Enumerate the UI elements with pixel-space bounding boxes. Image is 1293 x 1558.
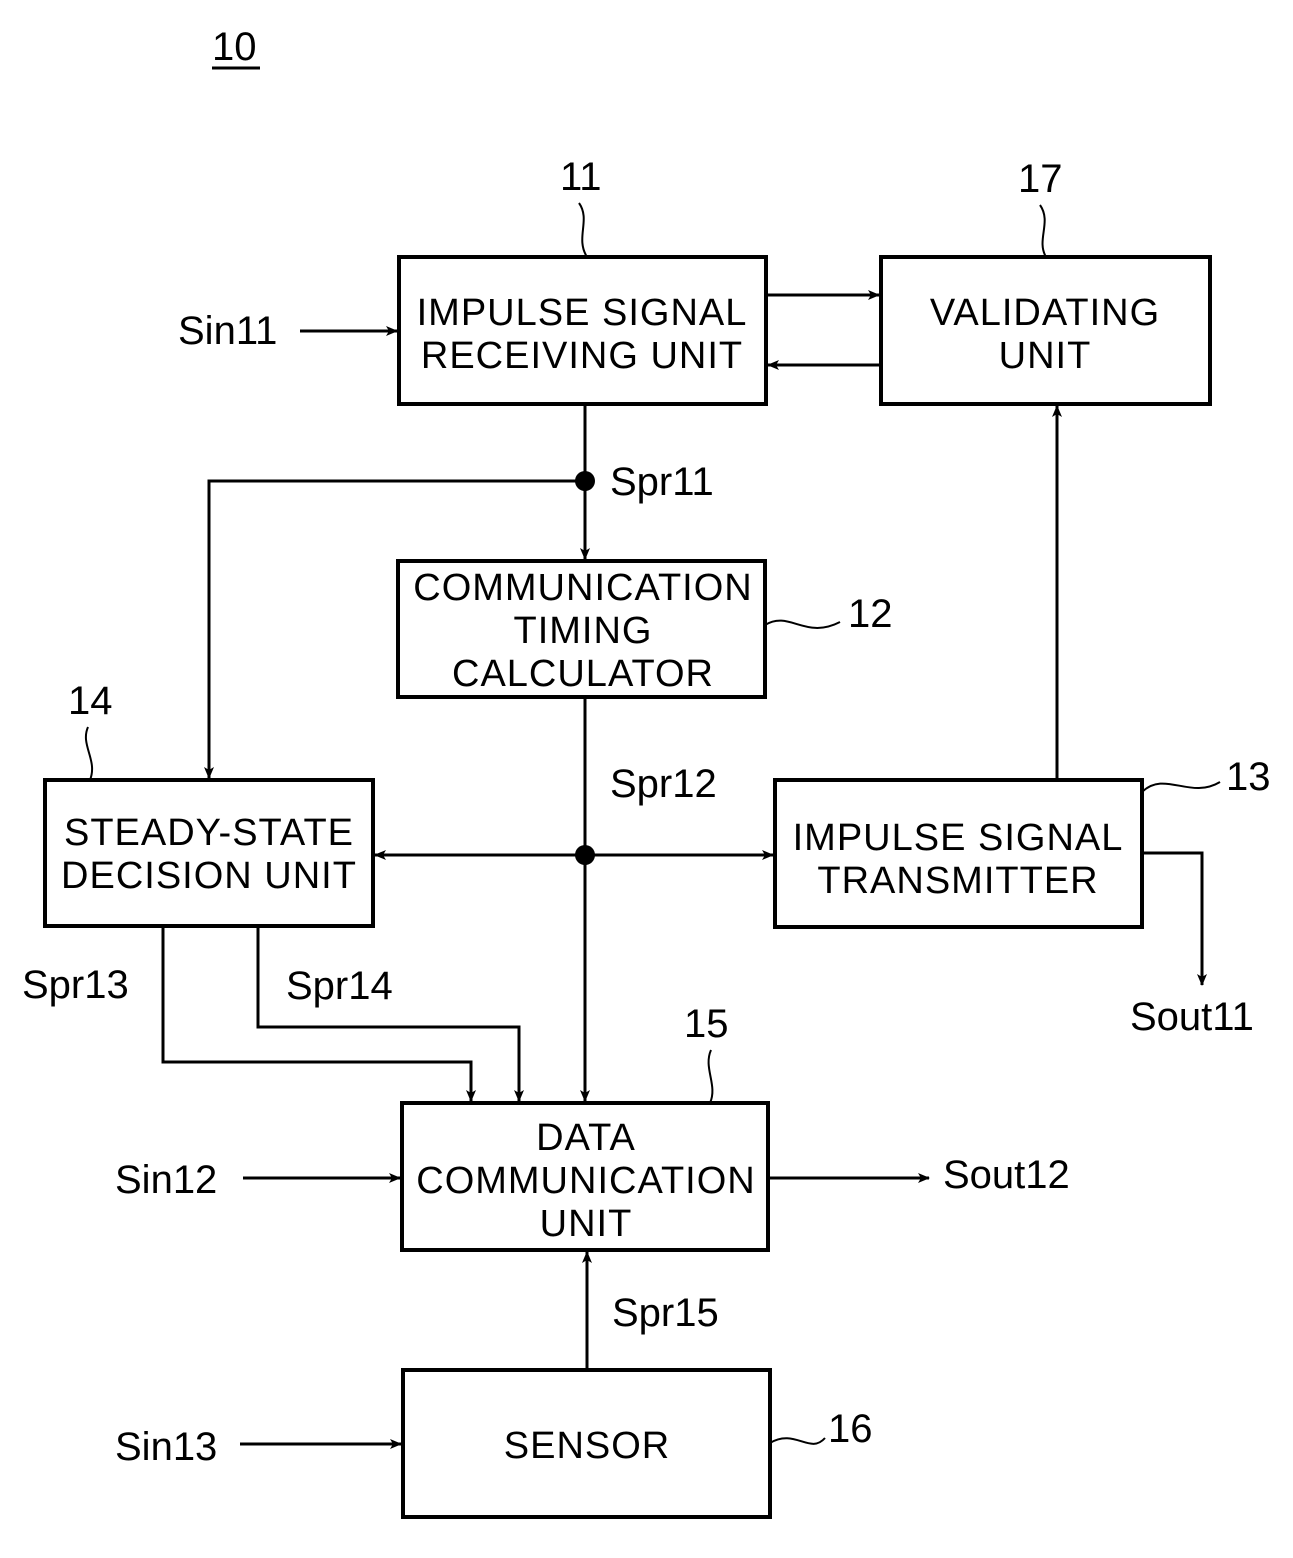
communication-timing-calculator: COMMUNICATION TIMING CALCULATOR [396, 559, 767, 699]
ref-number-15: 15 [684, 1002, 729, 1046]
leader-line [764, 619, 841, 629]
impulse-signal-transmitter: IMPULSE SIGNAL TRANSMITTER [773, 778, 1144, 929]
block-label-line: CALCULATOR [452, 653, 714, 695]
signal-label-sin11: Sin11 [178, 309, 277, 353]
arrow-spr13 [161, 926, 476, 1102]
block-diagram: 10 IMPULSE SIGNAL RECEIVING UNIT 11 VALI… [22, 25, 1271, 1519]
signal-label-spr15: Spr15 [612, 1291, 719, 1335]
block-label-line: COMMUNICATION [413, 567, 753, 609]
ref-number-12: 12 [848, 592, 893, 636]
data-communication-unit: DATA COMMUNICATION UNIT [400, 1101, 770, 1252]
leader-line [769, 1437, 826, 1445]
block-label-line: UNIT [540, 1203, 633, 1245]
arrow-sout11 [1142, 851, 1207, 986]
sensor: SENSOR [401, 1368, 772, 1519]
signal-label-spr11: Spr11 [610, 460, 714, 504]
block-label-line: SENSOR [504, 1425, 670, 1467]
block-label-line: IMPULSE SIGNAL [793, 817, 1124, 859]
leader-line [1039, 204, 1047, 258]
leader-line [1141, 781, 1221, 793]
signal-label-spr12: Spr12 [610, 762, 717, 806]
ref-number-17: 17 [1018, 157, 1063, 201]
validating-unit: VALIDATING UNIT [879, 255, 1212, 406]
block-label-line: TIMING [514, 610, 653, 652]
block-label-line: DECISION UNIT [61, 855, 357, 897]
block-label-line: DATA [536, 1117, 636, 1159]
block-label-line: STEADY-STATE [64, 812, 354, 854]
block-label-line: RECEIVING UNIT [421, 335, 743, 377]
leader-line [707, 1049, 714, 1104]
steady-state-decision-unit: STEADY-STATE DECISION UNIT [43, 778, 375, 928]
leader-line [578, 202, 588, 258]
block-label-line: TRANSMITTER [817, 860, 1098, 902]
signal-label-sin13: Sin13 [115, 1425, 217, 1469]
arrow-spr14 [256, 926, 524, 1102]
ref-number-11: 11 [560, 155, 602, 199]
signal-label-spr14: Spr14 [286, 964, 393, 1008]
signal-label-sout12: Sout12 [943, 1153, 1070, 1197]
signal-label-spr13: Spr13 [22, 963, 129, 1007]
ref-number-13: 13 [1226, 755, 1271, 799]
figure-number: 10 [212, 25, 257, 69]
block-label-line: UNIT [999, 335, 1092, 377]
ref-number-14: 14 [68, 679, 113, 723]
impulse-signal-receiving-unit: IMPULSE SIGNAL RECEIVING UNIT [397, 255, 768, 406]
block-label-line: VALIDATING [930, 292, 1160, 334]
block-label-line: COMMUNICATION [416, 1160, 756, 1202]
ref-number-16: 16 [828, 1407, 873, 1451]
signal-label-sout11: Sout11 [1130, 995, 1254, 1039]
block-label-line: IMPULSE SIGNAL [417, 292, 748, 334]
signal-label-sin12: Sin12 [115, 1158, 217, 1202]
leader-line [84, 726, 94, 781]
